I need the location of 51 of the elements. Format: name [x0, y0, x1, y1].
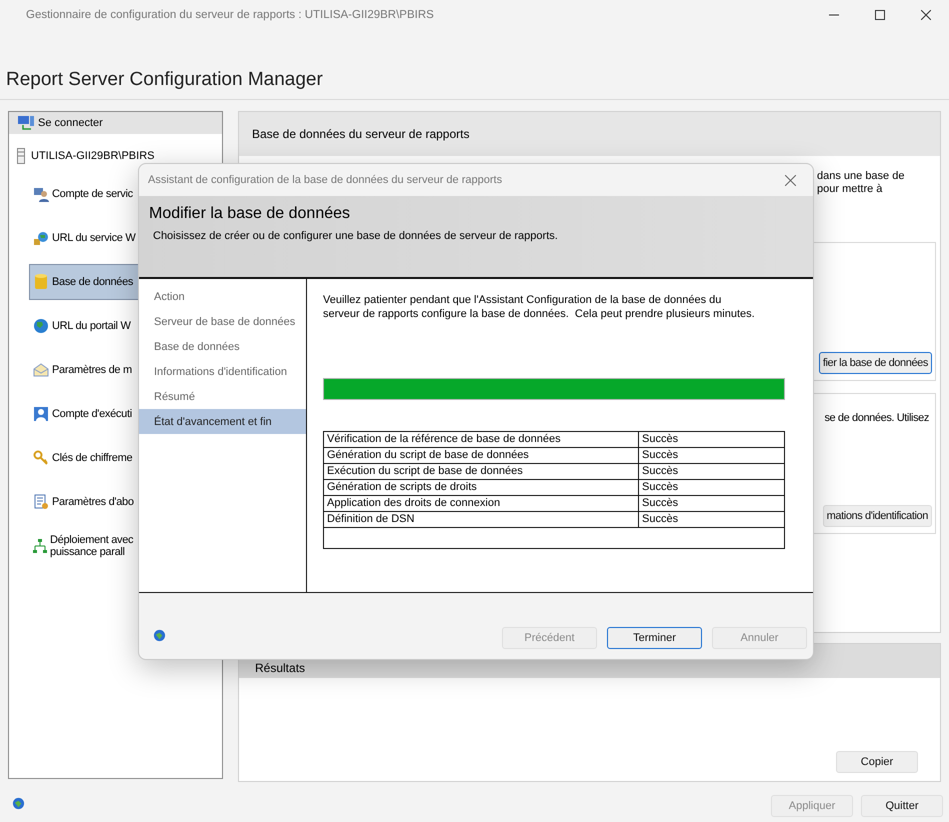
users-icon	[33, 186, 49, 202]
wizard-step[interactable]: Informations d'identification	[139, 359, 306, 384]
dialog-title: Assistant de configuration de la base de données du serveur de rapports	[148, 174, 502, 186]
key-icon	[33, 450, 49, 466]
globe-icon	[33, 318, 49, 334]
table-cell: Génération du script de base de données	[324, 448, 639, 463]
table-cell-text: Succès	[641, 496, 680, 511]
wizard-button[interactable]: Terminer	[607, 627, 702, 649]
panel-title: Base de données du serveur de rapports	[239, 112, 940, 156]
table-cell-text: Succès	[641, 512, 680, 527]
app-title: Report Server Configuration Manager	[6, 69, 323, 91]
dialog-heading: Modifier la base de données	[149, 205, 352, 223]
connect-button[interactable]: Se connecter	[9, 112, 222, 134]
wizard-step[interactable]: Base de données	[139, 334, 306, 359]
table-cell: Définition de DSN	[324, 512, 639, 527]
close-icon	[921, 10, 931, 20]
footer-button[interactable]: Quitter	[861, 795, 943, 817]
progress-message: Veuillez patienter pendant que l'Assistant Configuration de la base de données du serveur de rapports configure la base de données. Cela peut prendre plusieurs minutes.	[323, 293, 756, 321]
document-icon	[33, 494, 49, 510]
maximize-icon	[875, 10, 885, 20]
database-icon	[33, 273, 49, 291]
wizard-step[interactable]: Serveur de base de données	[139, 309, 306, 334]
change-database-button[interactable]: fier la base de données	[818, 352, 932, 374]
navigation-item[interactable]: Déploiement avec puissance parall	[29, 528, 222, 564]
navigation-item[interactable]: Clés de chiffreme	[29, 440, 222, 476]
connect-icon	[17, 115, 35, 131]
table-cell: Vérification de la référence de base de données	[324, 432, 639, 447]
description-text: se de données. Utilisez	[824, 412, 929, 424]
table-cell-text: Succès	[641, 448, 680, 463]
table-cell-text: Succès	[641, 464, 680, 479]
server-name: UTILISA-GII29BR\PBIRS	[31, 150, 154, 162]
copy-button[interactable]: Copier	[836, 751, 918, 773]
navigation-item[interactable]: Paramètres d'abo	[29, 484, 222, 520]
window-title: Gestionnaire de configuration du serveur de rapports : UTILISA-GII29BR\PBIRS	[26, 9, 435, 21]
network-icon	[33, 538, 47, 554]
table-cell: Application des droits de connexion	[324, 496, 639, 511]
table-cell: Génération de scripts de droits	[324, 480, 639, 495]
wizard-step[interactable]: Résumé	[139, 384, 306, 409]
dialog-subheading: Choisissez de créer ou de configurer une base de données de serveur de rapports.	[152, 230, 559, 242]
table-cell: Exécution du script de base de données	[324, 464, 639, 479]
description-text: dans une base de	[817, 170, 906, 183]
table-cell-text: Succès	[641, 480, 680, 495]
globe-server-icon	[33, 230, 49, 246]
person-icon	[33, 406, 49, 422]
envelope-icon	[33, 362, 49, 378]
wizard-step[interactable]: État d'avancement et fin	[139, 409, 306, 434]
server-icon	[17, 148, 25, 164]
description-text: pour mettre à	[817, 183, 884, 196]
credentials-button[interactable]: mations d'identification	[822, 505, 932, 527]
table-cell-text: Succès	[641, 432, 680, 447]
close-icon	[784, 174, 796, 186]
